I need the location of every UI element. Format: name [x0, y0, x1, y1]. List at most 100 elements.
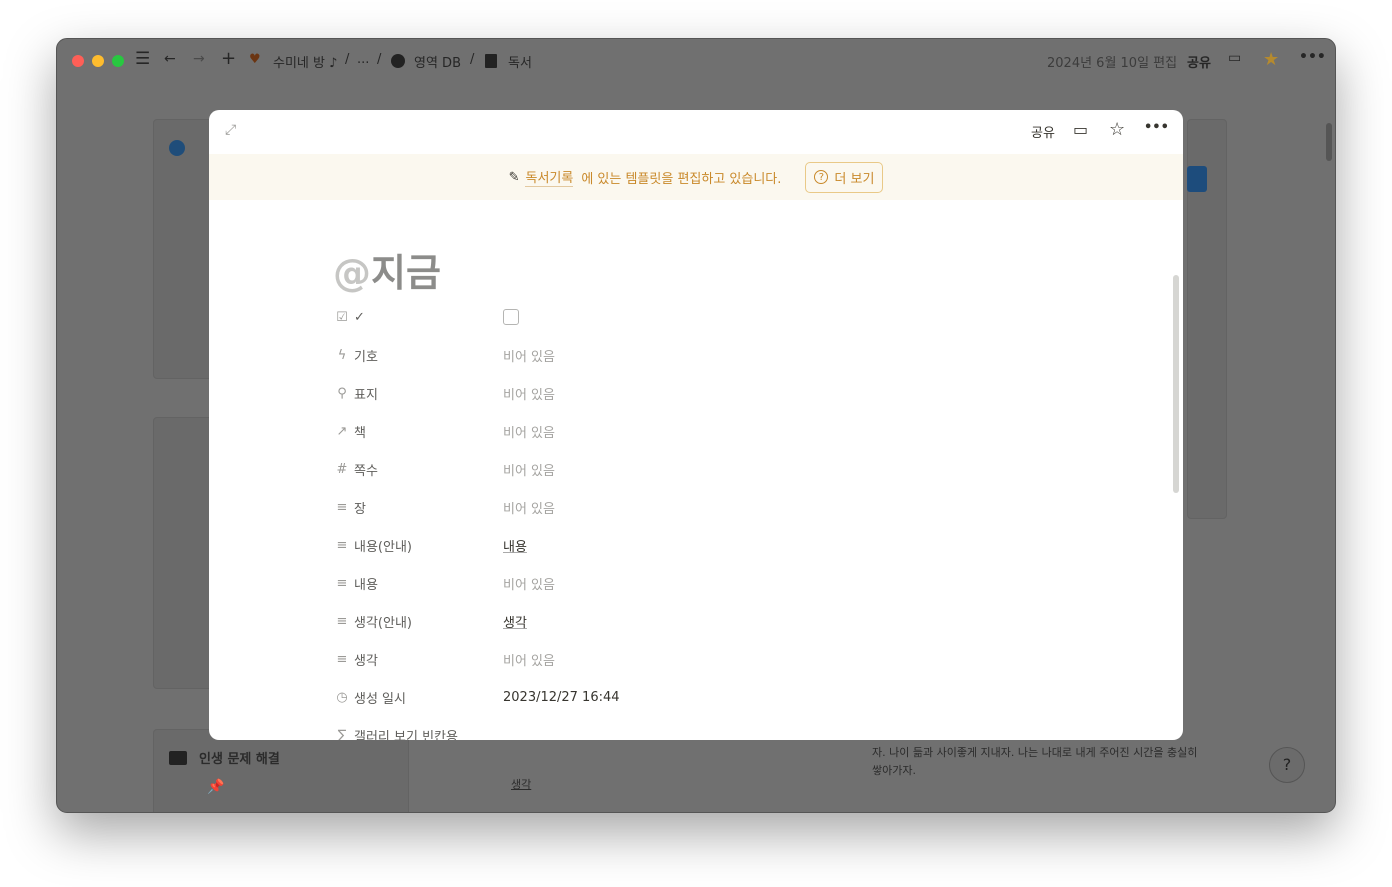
template-banner: ✎ 독서기록 에 있는 템플릿을 편집하고 있습니다. ? 더 보기 [209, 154, 1183, 200]
learn-more-button[interactable]: ? 더 보기 [805, 161, 884, 193]
property-row[interactable]: ◷ 생성 일시 2023/12/27 16:44 [335, 686, 935, 708]
bolt-icon: ϟ [337, 347, 347, 363]
property-label[interactable]: ↗ 책 [335, 422, 503, 441]
property-label-text: 기호 [354, 349, 378, 365]
circle-icon [391, 54, 405, 68]
relation-arrow-icon: ↗ [336, 423, 348, 439]
star-icon[interactable]: ☆ [1109, 119, 1125, 140]
property-row[interactable]: ≡ 내용 비어 있음 [335, 572, 935, 594]
breadcrumb-separator: / [345, 52, 350, 67]
bg-cell-link: 생각 [511, 778, 532, 791]
property-label[interactable]: ≡ 생각(안내) [335, 612, 503, 631]
property-label[interactable]: ◷ 생성 일시 [335, 688, 503, 707]
property-label[interactable]: ≡ 내용(안내) [335, 536, 503, 555]
property-value[interactable]: 비어 있음 [503, 498, 555, 517]
menu-icon[interactable]: ☰ [135, 49, 150, 69]
add-icon [169, 140, 185, 156]
last-edited: 2024년 6월 10일 편집 [1047, 56, 1178, 71]
property-label-text: 생각(안내) [354, 615, 412, 631]
minimize-window-button[interactable] [92, 55, 104, 67]
checkbox[interactable] [503, 309, 519, 325]
bg-panel [153, 729, 409, 812]
property-row[interactable]: ∑ 갤러리 보기 빈칸용 [335, 724, 935, 741]
number-icon: # [336, 461, 348, 477]
modal-share-button[interactable]: 공유 [1031, 122, 1055, 141]
page-title[interactable]: @지금 [333, 242, 441, 297]
property-value[interactable]: 비어 있음 [503, 384, 555, 403]
property-value[interactable]: 2023/12/27 16:44 [503, 690, 620, 705]
search-icon: ⚲ [337, 385, 347, 401]
property-label[interactable]: ≡ 내용 [335, 574, 503, 593]
property-label[interactable]: ϟ 기호 [335, 346, 503, 365]
help-icon[interactable]: ? [1269, 747, 1305, 783]
breadcrumb-separator: / [377, 52, 382, 67]
property-row[interactable]: ϟ 기호 비어 있음 [335, 344, 935, 366]
property-label[interactable]: ≡ 생각 [335, 650, 503, 669]
breadcrumb-separator: / [470, 52, 475, 67]
property-row[interactable]: # 쪽수 비어 있음 [335, 458, 935, 480]
bg-quote: 자. 나이 듦과 사이좋게 지내자. 나는 나대로 내게 주어진 시간을 충실히… [872, 746, 1198, 777]
strawberry-icon: ♥ [249, 52, 261, 67]
property-label-text: 책 [354, 425, 366, 441]
close-window-button[interactable] [72, 55, 84, 67]
star-icon[interactable]: ★ [1263, 49, 1279, 70]
banner-text: 에 있는 템플릿을 편집하고 있습니다. [581, 171, 782, 187]
template-source-link[interactable]: 독서기록 [525, 167, 574, 187]
book-icon [485, 54, 497, 68]
property-row[interactable]: ≡ 생각 비어 있음 [335, 648, 935, 670]
breadcrumb-ellipsis[interactable]: ... [357, 52, 369, 67]
property-row[interactable]: ≡ 생각(안내) 생각 [335, 610, 935, 632]
breadcrumb-area-db[interactable]: 영역 DB [414, 52, 461, 71]
back-arrow-icon[interactable]: ← [164, 51, 176, 67]
property-label[interactable]: ⚲ 표지 [335, 384, 503, 403]
pencil-icon: ✎ [508, 169, 520, 185]
property-label[interactable]: # 쪽수 [335, 460, 503, 479]
breadcrumb-home[interactable]: 수미네 방 ♪ [273, 52, 337, 71]
property-label[interactable]: ≡ 장 [335, 498, 503, 517]
modal-scrollbar[interactable] [1173, 275, 1179, 493]
text-icon: ≡ [336, 499, 348, 515]
property-row[interactable]: ⚲ 표지 비어 있음 [335, 382, 935, 404]
forward-arrow-icon[interactable]: → [193, 51, 205, 67]
property-value[interactable]: 비어 있음 [503, 422, 555, 441]
property-row[interactable]: ☑ ✓ [335, 306, 935, 328]
property-label[interactable]: ☑ ✓ [335, 310, 503, 325]
text-icon: ≡ [336, 613, 348, 629]
property-value[interactable]: 비어 있음 [503, 346, 555, 365]
property-value[interactable]: 비어 있음 [503, 460, 555, 479]
sigma-icon: ∑ [337, 727, 347, 741]
add-page-icon[interactable]: + [221, 48, 236, 69]
question-icon: ? [814, 170, 829, 184]
property-value[interactable]: 비어 있음 [503, 574, 555, 593]
property-label-text: ✓ [354, 309, 365, 325]
maximize-window-button[interactable] [112, 55, 124, 67]
text-icon: ≡ [336, 575, 348, 591]
bg-section-title: 인생 문제 해결 [199, 752, 280, 767]
property-value[interactable]: 생각 [503, 612, 527, 631]
text-icon: ≡ [336, 537, 348, 553]
share-button[interactable]: 공유 [1187, 52, 1211, 71]
property-label-text: 쪽수 [354, 463, 378, 479]
checkbox-icon: ☑ [336, 309, 348, 325]
property-value[interactable]: 비어 있음 [503, 650, 555, 669]
property-label-text: 생각 [354, 653, 378, 669]
more-icon[interactable]: ••• [1299, 49, 1326, 65]
property-label[interactable]: ∑ 갤러리 보기 빈칸용 [335, 726, 503, 741]
comment-icon[interactable]: ▭ [1073, 120, 1088, 139]
property-label-text: 내용(안내) [354, 539, 412, 555]
comment-icon[interactable]: ▭ [1228, 50, 1241, 66]
title-text: 지금 [371, 251, 441, 295]
property-row[interactable]: ↗ 책 비어 있음 [335, 420, 935, 442]
clock-icon: ◷ [336, 689, 348, 705]
property-row[interactable]: ≡ 내용(안내) 내용 [335, 534, 935, 556]
learn-more-label: 더 보기 [834, 171, 875, 187]
title-prefix: @ [333, 251, 371, 295]
expand-icon[interactable]: ⤢ [225, 122, 236, 138]
property-row[interactable]: ≡ 장 비어 있음 [335, 496, 935, 518]
folder-icon [169, 751, 187, 765]
property-value[interactable]: 내용 [503, 536, 527, 555]
breadcrumb-reading[interactable]: 독서 [508, 52, 532, 71]
scrollbar[interactable] [1326, 123, 1332, 161]
property-label-text: 장 [354, 501, 366, 517]
more-icon[interactable]: ••• [1144, 120, 1169, 135]
